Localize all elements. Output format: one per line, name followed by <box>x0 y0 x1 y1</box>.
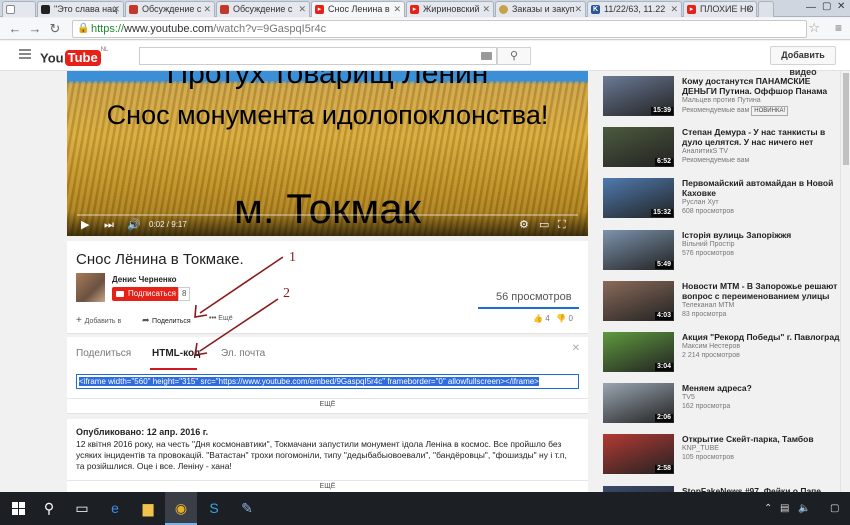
annotation-arrow-2 <box>199 298 279 352</box>
network-icon[interactable]: ▤ <box>780 492 789 525</box>
volume-icon[interactable]: 🔈 <box>798 492 810 525</box>
windows-start-icon[interactable] <box>12 502 25 515</box>
annotation-number-1: 1 <box>289 250 296 265</box>
notifications-icon[interactable]: ▢ <box>830 492 839 525</box>
annotation-arrowhead-1 <box>194 304 208 318</box>
windows-taskbar: ⚲ ▭ e ▆ ◉ S ✎ ⌃ ▤ 🔈 ▢ <box>0 492 850 525</box>
system-tray: ⌃ ▤ 🔈 ▢ <box>758 492 850 525</box>
file-explorer-icon[interactable]: ▆ <box>132 492 164 525</box>
annotation-arrowhead-2 <box>194 342 208 356</box>
tray-up-arrow-icon[interactable]: ⌃ <box>764 492 772 525</box>
search-icon[interactable]: ⚲ <box>33 492 65 525</box>
chrome-icon[interactable]: ◉ <box>165 492 197 525</box>
annotation-layer <box>194 256 284 356</box>
task-view-icon[interactable]: ▭ <box>66 492 98 525</box>
paint-icon[interactable]: ✎ <box>231 492 263 525</box>
skype-icon[interactable]: S <box>198 492 230 525</box>
annotation-number-2: 2 <box>283 286 290 301</box>
edge-icon[interactable]: e <box>99 492 131 525</box>
